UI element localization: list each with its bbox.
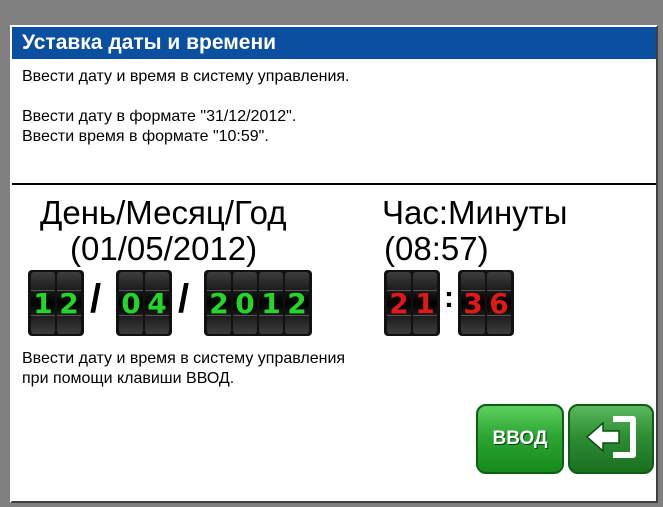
hours-digit-2[interactable]: 1 <box>413 272 437 334</box>
exit-arrow-icon <box>583 413 639 466</box>
year-reel[interactable]: 2 0 1 2 <box>204 270 312 336</box>
divider <box>12 183 656 185</box>
enter-button[interactable]: ВВОД <box>476 404 564 474</box>
instruction-line-2: Ввести дату в формате "31/12/2012". <box>22 108 297 125</box>
minutes-digit-2[interactable]: 6 <box>487 272 511 334</box>
month-digit-1[interactable]: 0 <box>119 272 143 334</box>
month-digit-2[interactable]: 4 <box>145 272 169 334</box>
hint-line-2: при помощи клавиши ВВОД. <box>22 370 235 387</box>
time-format-label: Час:Минуты <box>382 194 568 231</box>
year-digit-2[interactable]: 0 <box>233 272 257 334</box>
year-digit-3[interactable]: 1 <box>259 272 283 334</box>
instruction-line-3: Ввести время в формате "10:59". <box>22 128 269 145</box>
hint-line-1: Ввести дату и время в систему управления <box>22 350 346 367</box>
day-reel[interactable]: 1 2 <box>28 270 84 336</box>
time-separator: : <box>444 281 454 314</box>
date-time-window: Уставка даты и времени Ввести дату и вре… <box>10 25 658 503</box>
minutes-digit-1[interactable]: 3 <box>461 272 485 334</box>
current-date-value: (01/05/2012) <box>70 230 258 267</box>
hours-digit-1[interactable]: 2 <box>387 272 411 334</box>
date-format-label: День/Месяц/Год <box>40 194 287 231</box>
day-digit-2[interactable]: 2 <box>57 272 81 334</box>
date-separator-2: / <box>178 277 190 321</box>
current-time-value: (08:57) <box>384 230 489 267</box>
exit-button[interactable] <box>568 404 654 474</box>
date-separator-1: / <box>90 277 102 321</box>
instruction-line-1: Ввести дату и время в систему управления… <box>22 68 350 85</box>
year-digit-1[interactable]: 2 <box>207 272 231 334</box>
minutes-reel[interactable]: 3 6 <box>458 270 514 336</box>
window-title: Уставка даты и времени <box>12 27 656 59</box>
year-digit-4[interactable]: 2 <box>285 272 309 334</box>
day-digit-1[interactable]: 1 <box>31 272 55 334</box>
instructions: Ввести дату и время в систему управления… <box>22 67 646 147</box>
month-reel[interactable]: 0 4 <box>116 270 172 336</box>
hint: Ввести дату и время в систему управления… <box>22 349 345 389</box>
hours-reel[interactable]: 2 1 <box>384 270 440 336</box>
